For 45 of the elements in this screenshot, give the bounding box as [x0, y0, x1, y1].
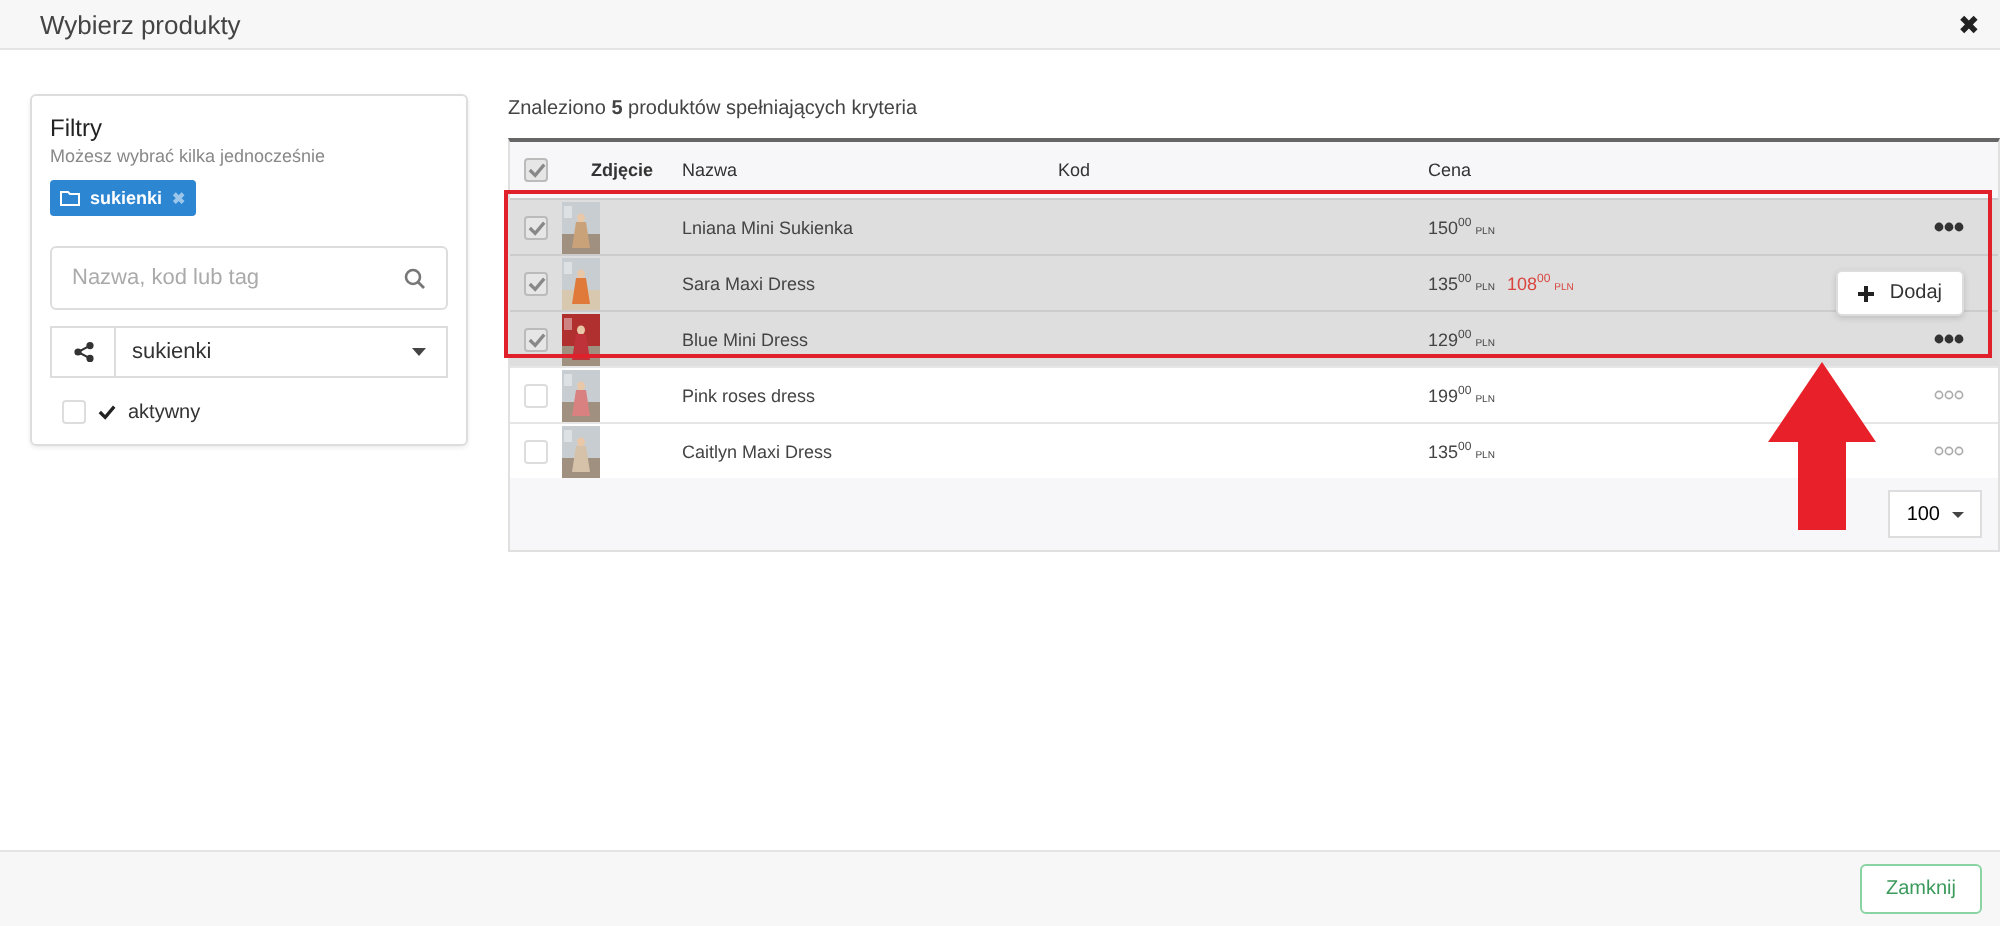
check-icon — [527, 275, 545, 291]
select-value: sukienki — [132, 340, 212, 364]
row-checkbox[interactable] — [524, 327, 548, 351]
row-checkbox[interactable] — [524, 215, 548, 239]
results-summary: Znaleziono 5 produktów spełniających kryteria — [508, 98, 920, 120]
check-icon — [527, 219, 545, 235]
product-name: Pink roses dress — [682, 385, 818, 405]
arrow-icon — [1768, 362, 1876, 530]
category-select[interactable]: sukienki — [50, 326, 448, 378]
column-header: Cena — [1428, 160, 1474, 180]
check-icon — [527, 162, 545, 178]
close-icon[interactable]: ✖ — [1958, 9, 1980, 39]
tag-label: sukienki — [90, 188, 163, 208]
filters-title: Filtry — [50, 114, 104, 142]
filter-tag[interactable]: sukienki ✖ — [50, 180, 197, 216]
row-checkbox[interactable] — [524, 383, 548, 407]
page-size-select[interactable]: 100 — [1888, 490, 1982, 538]
share-icon — [73, 342, 93, 362]
row-checkbox[interactable] — [524, 439, 548, 463]
add-menu-item[interactable]: Dodaj — [1835, 270, 1964, 316]
checkbox[interactable] — [62, 400, 86, 424]
row-checkbox[interactable] — [524, 271, 548, 295]
product-name: Caitlyn Maxi Dress — [682, 441, 835, 461]
folder-icon — [60, 190, 80, 206]
more-icon[interactable] — [1933, 334, 1963, 344]
product-name: Blue Mini Dress — [682, 329, 811, 349]
caret-icon — [1952, 511, 1964, 517]
column-header: Zdjęcie — [590, 160, 653, 180]
column-header: Nazwa — [682, 160, 740, 180]
search-field[interactable]: Nazwa, kod lub tag — [50, 246, 448, 310]
more-icon[interactable] — [1933, 222, 1963, 232]
checkbox-label: aktywny — [128, 401, 201, 423]
filters-hint: Możesz wybrać kilka jednocześnie — [50, 146, 328, 166]
search-icon — [404, 267, 426, 289]
close-button[interactable]: Zamknij — [1859, 864, 1982, 914]
caret-icon — [412, 348, 426, 356]
window-title: Wybierz produkty — [40, 9, 241, 39]
search-input[interactable]: Nazwa, kod lub tag — [72, 248, 404, 308]
check-icon — [98, 404, 116, 420]
product-name: Sara Maxi Dress — [682, 273, 818, 293]
product-name: Lniana Mini Sukienka — [682, 217, 856, 237]
plus-icon — [1857, 285, 1874, 301]
check-icon — [527, 331, 545, 347]
column-header: Kod — [1058, 160, 1093, 180]
select-all-checkbox[interactable] — [524, 158, 548, 182]
